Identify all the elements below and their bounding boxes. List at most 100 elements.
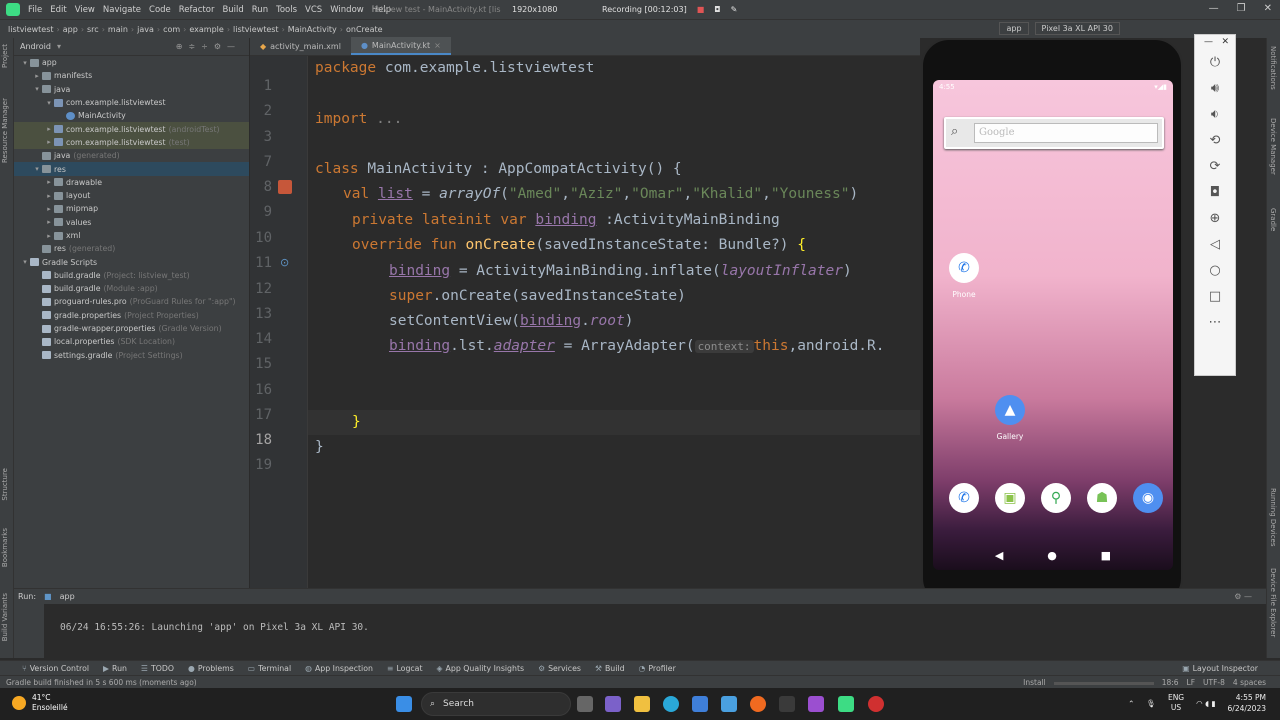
- project-tree-item[interactable]: ▾ Gradle Scripts: [14, 255, 249, 268]
- recorder-icon[interactable]: [868, 696, 884, 712]
- run-tool-button[interactable]: ▶ Run: [103, 664, 127, 673]
- cursor-position[interactable]: 18:6: [1162, 678, 1179, 687]
- project-tree-item[interactable]: ▸ xml: [14, 229, 249, 242]
- project-tree-item[interactable]: java (generated): [14, 149, 249, 162]
- expand-arrow-icon[interactable]: ▸: [44, 138, 54, 146]
- run-config-tab[interactable]: app: [60, 592, 75, 601]
- google-search-widget[interactable]: ⌕ Google: [944, 117, 1164, 149]
- dock-camera-icon[interactable]: ◉: [1133, 483, 1163, 513]
- menu-edit[interactable]: Edit: [46, 5, 70, 15]
- menu-vcs[interactable]: VCS: [301, 5, 326, 15]
- app-quality-insights-tool-button[interactable]: ◈ App Quality Insights: [437, 664, 525, 673]
- wifi-volume-battery-icon[interactable]: ◠ ◖ ▮: [1196, 699, 1215, 708]
- home-icon[interactable]: ○: [1209, 263, 1220, 278]
- run-panel-settings-icon[interactable]: ⚙ —: [1234, 592, 1252, 601]
- volume-up-icon[interactable]: 🔊︎: [1211, 81, 1219, 96]
- problems-tool-button[interactable]: ● Problems: [188, 664, 234, 673]
- expand-arrow-icon[interactable]: ▾: [32, 85, 42, 93]
- project-tree-item[interactable]: ▾ app: [14, 56, 249, 69]
- project-panel-actions-icon[interactable]: ⊕≑÷⚙—: [176, 42, 241, 51]
- code-line-18[interactable]: }: [352, 414, 361, 430]
- project-tree-item[interactable]: local.properties (SDK Location): [14, 335, 249, 348]
- code-line-12[interactable]: binding = ActivityMainBinding.inflate(la…: [389, 263, 852, 279]
- code-line-13[interactable]: super.onCreate(savedInstanceState): [389, 288, 686, 304]
- project-tree-item[interactable]: gradle.properties (Project Properties): [14, 309, 249, 322]
- breadcrumb-com[interactable]: com: [160, 25, 183, 34]
- running-devices-tool-button[interactable]: Running Devices: [1269, 488, 1277, 547]
- minimize-icon[interactable]: —: [1209, 3, 1219, 14]
- language-indicator[interactable]: ENG US: [1168, 693, 1184, 713]
- menu-view[interactable]: View: [71, 5, 99, 15]
- menu-code[interactable]: Code: [145, 5, 175, 15]
- menu-refactor[interactable]: Refactor: [175, 5, 219, 15]
- weather-widget[interactable]: 41°C Ensoleillé: [12, 693, 68, 713]
- expand-arrow-icon[interactable]: ▸: [44, 205, 54, 213]
- expand-arrow-icon[interactable]: ▸: [32, 72, 42, 80]
- code-line-14[interactable]: setContentView(binding.root): [389, 313, 633, 329]
- project-tree-item[interactable]: ▸ mipmap: [14, 202, 249, 215]
- dock-store-icon[interactable]: ▣: [995, 483, 1025, 513]
- menu-build[interactable]: Build: [218, 5, 247, 15]
- screenshot-icon[interactable]: ◘: [1210, 185, 1220, 200]
- tray-chevron-icon[interactable]: ⌃: [1128, 699, 1134, 708]
- code-line-9[interactable]: val list = arrayOf("Amed","Aziz","Omar",…: [343, 186, 858, 202]
- close-window-icon[interactable]: ✕: [1264, 3, 1272, 14]
- profiler-tool-button[interactable]: ◔ Profiler: [639, 664, 676, 673]
- logcat-tool-button[interactable]: ≡ Logcat: [387, 664, 423, 673]
- breadcrumb-example[interactable]: example: [186, 25, 226, 34]
- breadcrumb-listviewtest[interactable]: listviewtest: [230, 25, 282, 34]
- project-tree-item[interactable]: ▾ java: [14, 83, 249, 96]
- bookmarks-tool-button[interactable]: Bookmarks: [1, 528, 9, 567]
- phone-back-icon[interactable]: ◀: [995, 549, 1003, 562]
- build-tool-button[interactable]: ⚒ Build: [595, 664, 625, 673]
- taskbar-search[interactable]: ⌕ Search: [421, 692, 571, 716]
- version-control-tool-button[interactable]: ⑂ Version Control: [22, 664, 89, 673]
- breadcrumb-src[interactable]: src: [84, 25, 102, 34]
- project-tree-item[interactable]: res (generated): [14, 242, 249, 255]
- expand-arrow-icon[interactable]: ▸: [44, 232, 54, 240]
- breadcrumb-oncreate[interactable]: onCreate: [343, 25, 386, 34]
- expand-arrow-icon[interactable]: ▸: [44, 192, 54, 200]
- terminal-tool-button[interactable]: ▭ Terminal: [248, 664, 291, 673]
- expand-arrow-icon[interactable]: ▾: [44, 99, 54, 107]
- zoom-icon[interactable]: ⊕: [1210, 211, 1221, 226]
- services-tool-button[interactable]: ⚙ Services: [538, 664, 581, 673]
- google-search-field[interactable]: Google: [974, 123, 1158, 143]
- chat-icon[interactable]: [605, 696, 621, 712]
- tab-mainactivity-kt[interactable]: ● MainActivity.kt ×: [350, 37, 451, 55]
- file-explorer-icon[interactable]: [634, 696, 650, 712]
- project-tree-item[interactable]: ▸ com.example.listviewtest (androidTest): [14, 122, 249, 136]
- structure-tool-button[interactable]: Structure: [1, 468, 9, 501]
- code-line-11[interactable]: override fun onCreate(savedInstanceState…: [352, 237, 806, 253]
- expand-arrow-icon[interactable]: ▸: [44, 178, 54, 186]
- power-icon[interactable]: ⏻: [1210, 55, 1220, 70]
- project-view-select[interactable]: Android: [20, 42, 51, 51]
- visual-studio-icon[interactable]: [808, 696, 824, 712]
- indent-setting[interactable]: 4 spaces: [1233, 678, 1266, 687]
- menu-file[interactable]: File: [24, 5, 46, 15]
- project-tree-item[interactable]: ▸ drawable: [14, 176, 249, 189]
- vscode-icon[interactable]: [721, 696, 737, 712]
- project-tree-item[interactable]: build.gradle (Project: listview_test): [14, 269, 249, 282]
- pen-icon[interactable]: ✎: [731, 5, 738, 14]
- store-icon[interactable]: [692, 696, 708, 712]
- file-encoding[interactable]: UTF-8: [1203, 678, 1225, 687]
- expand-arrow-icon[interactable]: ▸: [44, 125, 54, 133]
- breadcrumb-project[interactable]: listviewtest: [0, 25, 57, 34]
- phone-screen[interactable]: 4:55 ▾◢▮ ⌕ Google ✆ Phone ▲ Gallery ✆ ▣ …: [933, 80, 1173, 570]
- expand-arrow-icon[interactable]: ▾: [20, 258, 30, 266]
- emulator-minimize-icon[interactable]: —: [1204, 37, 1213, 47]
- code-line-3[interactable]: import ...: [315, 111, 402, 127]
- tab-activity-main-xml[interactable]: ◆ activity_main.xml: [250, 37, 351, 55]
- menu-tools[interactable]: Tools: [272, 5, 301, 15]
- expand-arrow-icon[interactable]: ▸: [44, 218, 54, 226]
- phone-app-icon[interactable]: ✆: [949, 253, 979, 283]
- expand-arrow-icon[interactable]: ▾: [32, 165, 42, 173]
- menu-window[interactable]: Window: [326, 5, 368, 15]
- todo-tool-button[interactable]: ☰ TODO: [141, 664, 174, 673]
- device-select[interactable]: Pixel 3a XL API 30: [1034, 22, 1120, 35]
- dock-maps-icon[interactable]: ⚲: [1041, 483, 1071, 513]
- layout-inspector-tool-button[interactable]: ▣ Layout Inspector: [1182, 664, 1258, 673]
- breadcrumb-mainactivity[interactable]: MainActivity: [285, 25, 340, 34]
- microphone-icon[interactable]: 🎙︎: [1146, 699, 1156, 708]
